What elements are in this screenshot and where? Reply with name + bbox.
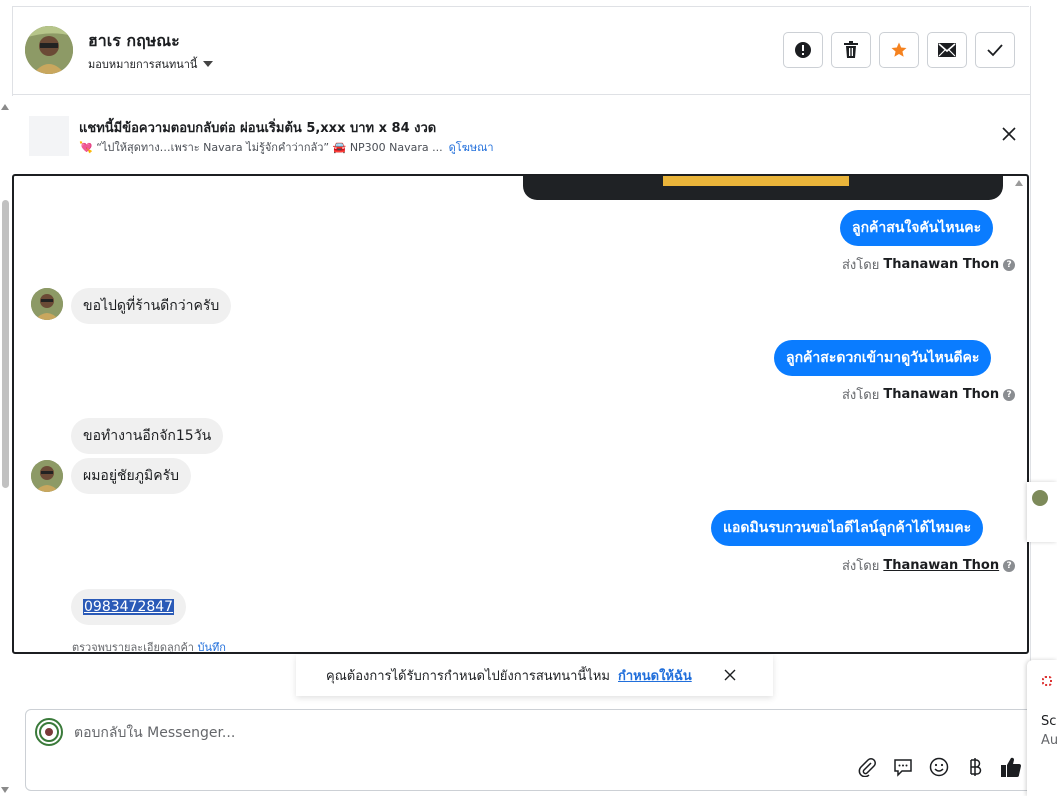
assign-toast: คุณต้องการได้รับการกำหนดไปยังการสนทนานี้…: [296, 655, 773, 696]
message-incoming-phone[interactable]: 0983472847: [71, 589, 187, 625]
star-button[interactable]: [879, 32, 919, 68]
like-button[interactable]: [1000, 756, 1022, 778]
payment-button[interactable]: [964, 756, 986, 778]
peek-line-2: Au: [1041, 733, 1057, 748]
mark-done-button[interactable]: [975, 32, 1015, 68]
star-icon: [891, 42, 907, 57]
thread-scroll-up-icon[interactable]: [1015, 180, 1023, 186]
notification-icon: [1042, 676, 1052, 686]
scroll-up-arrow-icon[interactable]: [1, 104, 9, 110]
contact-avatar[interactable]: [25, 26, 73, 74]
chevron-down-icon: [203, 61, 214, 67]
emoji-icon: [929, 757, 949, 777]
sender-name[interactable]: Thanawan Thon: [883, 387, 999, 402]
thumbs-up-icon: [1001, 757, 1021, 777]
help-icon[interactable]: ?: [1003, 388, 1016, 401]
sent-by-prefix: ส่งโดย: [842, 258, 880, 273]
reply-input[interactable]: [74, 722, 674, 744]
check-icon: [987, 44, 1003, 57]
close-icon[interactable]: [1001, 126, 1017, 142]
page-avatar: [35, 718, 63, 746]
message-incoming[interactable]: ขอทำงานอีกจัก15วัน: [71, 418, 224, 454]
customer-detail-notice: ตรวจพบรายละเอียดลูกค้า บันทึก: [72, 638, 226, 654]
save-detail-link[interactable]: บันทึก: [197, 641, 225, 652]
message-outgoing[interactable]: ลูกค้าสนใจคันไหนคะ: [840, 210, 994, 246]
image-attachment-preview[interactable]: [523, 176, 1003, 200]
message-incoming[interactable]: ผมอยู่ชัยภูมิครับ: [71, 458, 191, 494]
contact-avatar-small[interactable]: [31, 460, 63, 492]
sent-by-prefix: ส่งโดย: [842, 559, 880, 574]
view-ad-link[interactable]: ดูโฆษณา: [449, 141, 494, 154]
contact-name: ฮาเร กฤษณะ: [88, 31, 180, 50]
help-icon[interactable]: ?: [1003, 559, 1016, 572]
sent-by-prefix: ส่งโดย: [842, 388, 880, 403]
avatar: [1032, 490, 1048, 506]
phone-number-selected[interactable]: 0983472847: [83, 599, 175, 615]
sender-name[interactable]: Thanawan Thon: [883, 558, 999, 573]
mark-unread-button[interactable]: [927, 32, 967, 68]
sent-by-label: ส่งโดย Thanawan Thon ?: [842, 384, 1016, 405]
customer-detail-text: ตรวจพบรายละเอียดลูกค้า: [72, 641, 194, 654]
sender-name[interactable]: Thanawan Thon: [883, 257, 999, 272]
ad-subtitle: 💘 “ไปให้สุดทาง…เพราะ Navara ไม่รู้จักคำว…: [79, 138, 494, 156]
side-panel-peek[interactable]: [1027, 482, 1057, 542]
ad-thumbnail: [29, 116, 69, 156]
trash-icon: [844, 41, 858, 58]
page-scrollbar[interactable]: [0, 100, 11, 796]
baht-icon: [970, 758, 982, 776]
scrollbar-thumb[interactable]: [2, 200, 9, 488]
peek-line-1: Sc: [1041, 714, 1057, 729]
assign-toast-text: คุณต้องการได้รับการกำหนดไปยังการสนทนานี้…: [326, 669, 610, 684]
conversation-header: ฮาเร กฤษณะ มอบหมายการสนทนานี้: [13, 7, 1030, 95]
paperclip-icon: [858, 758, 876, 777]
saved-replies-button[interactable]: [892, 756, 914, 778]
message-outgoing[interactable]: ลูกค้าสะดวกเข้ามาดูวันไหนดีคะ: [774, 340, 992, 376]
reply-composer: [25, 709, 1045, 791]
close-icon[interactable]: [724, 669, 736, 681]
action-buttons: [783, 32, 1015, 68]
composer-tools: [856, 756, 1022, 778]
help-icon[interactable]: ?: [1003, 258, 1016, 271]
attach-button[interactable]: [856, 756, 878, 778]
sent-by-label: ส่งโดย Thanawan Thon ?: [842, 254, 1016, 275]
message-incoming[interactable]: ขอไปดูที่ร้านดีกว่าครับ: [71, 288, 232, 324]
sent-by-label: ส่งโดย Thanawan Thon ?: [842, 555, 1016, 576]
assign-conversation-dropdown[interactable]: มอบหมายการสนทนานี้: [88, 55, 214, 73]
contact-avatar-small[interactable]: [31, 288, 63, 320]
message-thread[interactable]: ลูกค้าสนใจคันไหนคะ ส่งโดย Thanawan Thon …: [12, 174, 1029, 654]
ad-subtitle-text: 💘 “ไปให้สุดทาง…เพราะ Navara ไม่รู้จักคำว…: [79, 141, 443, 154]
assign-to-me-link[interactable]: กำหนดให้ฉัน: [618, 665, 692, 686]
emoji-button[interactable]: [928, 756, 950, 778]
ad-title: แชทนี้มีข้อความตอบกลับต่อ ผ่อนเริ่มต้น 5…: [79, 121, 437, 136]
speech-bubble-icon: [894, 759, 912, 777]
assign-label: มอบหมายการสนทนานี้: [88, 58, 198, 71]
mark-spam-button[interactable]: [783, 32, 823, 68]
scroll-down-arrow-icon[interactable]: [1, 787, 9, 793]
ad-context-banner: แชทนี้มีข้อความตอบกลับต่อ ผ่อนเริ่มต้น 5…: [13, 96, 1030, 172]
message-outgoing[interactable]: แอดมินรบกวนขอไอดีไลน์ลูกค้าได้ไหมคะ: [711, 510, 984, 546]
alert-icon: [795, 42, 811, 58]
side-notification-peek[interactable]: Sc Au: [1027, 660, 1057, 796]
delete-button[interactable]: [831, 32, 871, 68]
mail-icon: [938, 43, 956, 57]
